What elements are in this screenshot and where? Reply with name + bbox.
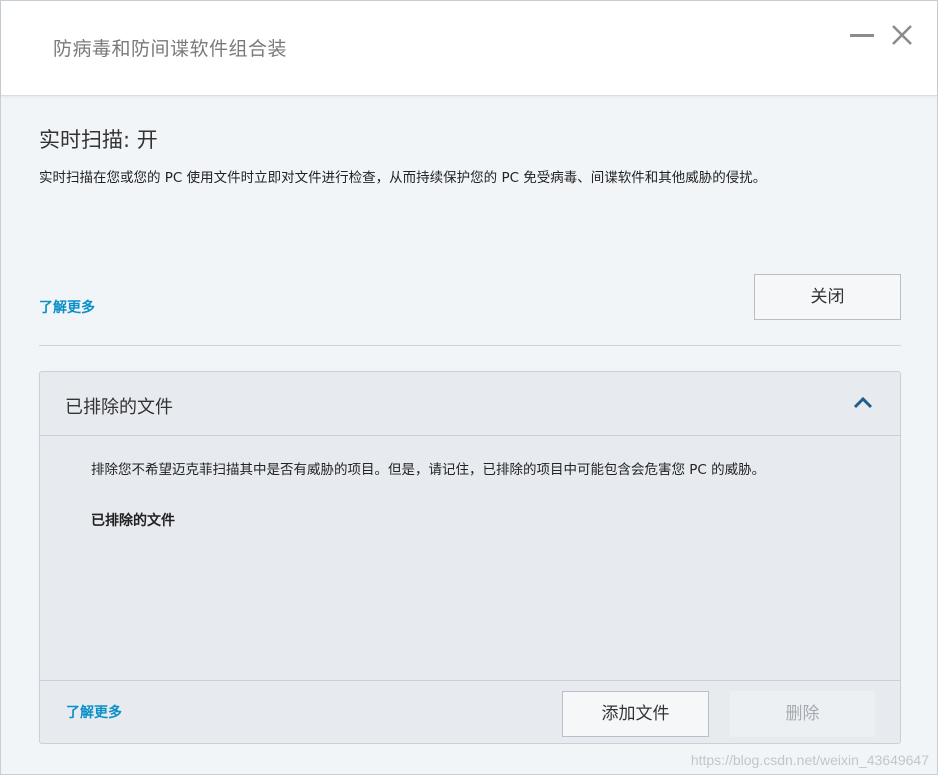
learn-more-link[interactable]: 了解更多 bbox=[39, 297, 95, 317]
minimize-button[interactable] bbox=[847, 21, 877, 49]
turn-off-button[interactable]: 关闭 bbox=[754, 274, 901, 320]
excluded-files-panel: 已排除的文件 排除您不希望迈克菲扫描其中是否有威胁的项目。但是，请记住，已排除的… bbox=[39, 371, 901, 744]
watermark-text: https://blog.csdn.net/weixin_43649647 bbox=[690, 752, 929, 768]
excluded-files-title: 已排除的文件 bbox=[65, 397, 173, 418]
excluded-files-list-heading: 已排除的文件 bbox=[91, 513, 175, 529]
realtime-scan-heading: 实时扫描: 开 bbox=[39, 128, 158, 152]
excluded-files-footer: 了解更多 添加文件 删除 bbox=[40, 680, 900, 744]
close-icon bbox=[892, 25, 912, 45]
add-file-button[interactable]: 添加文件 bbox=[562, 691, 709, 737]
minimize-icon bbox=[850, 34, 874, 37]
close-window-button[interactable] bbox=[887, 21, 917, 49]
window-title: 防病毒和防间谍软件组合装 bbox=[53, 38, 288, 60]
excluded-files-description: 排除您不希望迈克菲扫描其中是否有威胁的项目。但是，请记住，已排除的项目中可能包含… bbox=[91, 462, 766, 478]
divider bbox=[39, 345, 901, 346]
learn-more-link-excluded[interactable]: 了解更多 bbox=[66, 702, 122, 722]
chevron-up-icon[interactable] bbox=[852, 394, 874, 410]
title-bar: 防病毒和防间谍软件组合装 bbox=[1, 1, 937, 96]
dialog-window: 防病毒和防间谍软件组合装 实时扫描: 开 实时扫描在您或您的 PC 使用文件时立… bbox=[0, 0, 938, 775]
realtime-scan-description: 实时扫描在您或您的 PC 使用文件时立即对文件进行检查，从而持续保护您的 PC … bbox=[39, 170, 767, 186]
delete-button: 删除 bbox=[730, 691, 875, 737]
excluded-files-header[interactable]: 已排除的文件 bbox=[40, 372, 900, 436]
